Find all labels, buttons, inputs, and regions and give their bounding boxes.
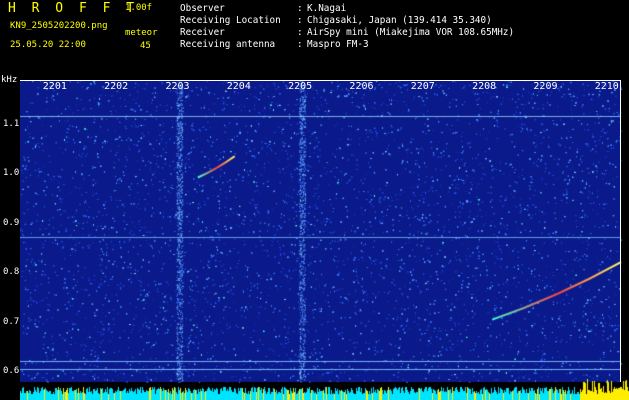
y-tick-label: 0.6 <box>3 366 20 377</box>
version-label: 1.00f <box>125 3 153 13</box>
location-label: Receiving Location <box>180 15 281 26</box>
detection-mode: meteor <box>125 28 158 38</box>
x-tick-label: 2207 <box>410 81 435 92</box>
y-axis-unit: kHz <box>1 75 18 85</box>
receiver-value: AirSpy mini (Miakejima VOR 108.65MHz) <box>307 27 515 38</box>
y-tick-label: 0.8 <box>3 267 20 278</box>
antenna-label: Receiving antenna <box>180 39 276 50</box>
observer-label: Observer <box>180 3 225 14</box>
antenna-colon: : <box>297 39 303 50</box>
date-time: 25.05.20 22:00 <box>10 40 86 50</box>
x-tick-label: 2208 <box>472 81 497 92</box>
x-tick-label: 2203 <box>165 81 190 92</box>
y-tick-label: 1.0 <box>3 168 20 179</box>
x-tick-label: 2201 <box>42 81 67 92</box>
y-tick-label: 0.9 <box>3 217 20 228</box>
x-tick-label: 2206 <box>349 81 374 92</box>
observer-colon: : <box>297 3 303 14</box>
antenna-value: Maspro FM-3 <box>307 39 369 50</box>
header: H R O F F T 1.00f KN9_2505202200.png met… <box>0 0 629 76</box>
y-tick-label: 1.1 <box>3 118 20 129</box>
observer-value: K.Nagai <box>307 3 347 14</box>
spectrogram-canvas <box>20 80 629 400</box>
y-tick-label: 0.7 <box>3 316 20 327</box>
x-tick-label: 2205 <box>288 81 313 92</box>
location-colon: : <box>297 15 303 26</box>
app-title: H R O F F T <box>8 1 139 16</box>
x-tick-label: 2209 <box>533 81 558 92</box>
receiver-colon: : <box>297 27 303 38</box>
x-tick-label: 2204 <box>226 81 251 92</box>
meteor-count: 45 <box>140 41 151 51</box>
location-value: Chigasaki, Japan (139.414 35.340) <box>307 15 492 26</box>
receiver-label: Receiver <box>180 27 225 38</box>
x-tick-label: 2210 <box>594 81 619 92</box>
file-name: KN9_2505202200.png <box>10 21 108 31</box>
x-tick-label: 2202 <box>104 81 129 92</box>
